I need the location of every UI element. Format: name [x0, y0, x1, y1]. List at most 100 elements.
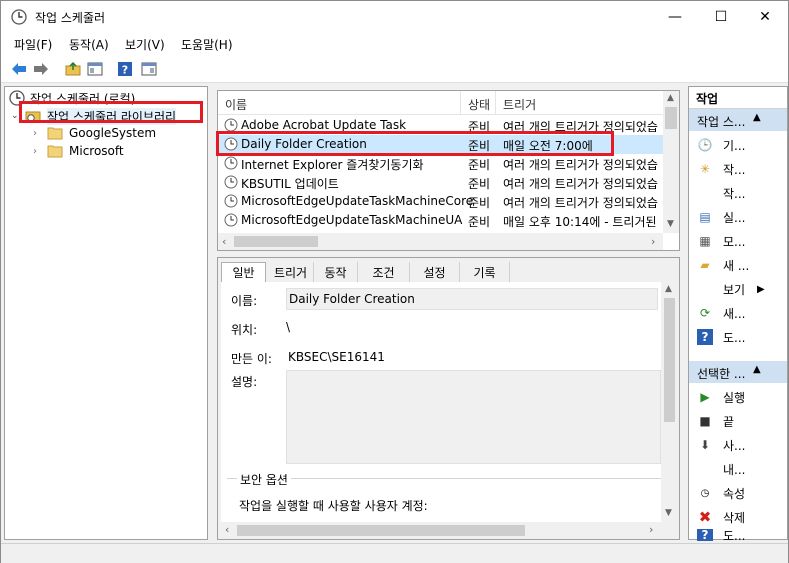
tab-settings[interactable]: 설정	[410, 262, 460, 282]
action-run[interactable]: ▶ 실행	[689, 385, 787, 409]
scroll-thumb[interactable]	[234, 236, 318, 247]
action-export[interactable]: 내...	[689, 457, 787, 481]
console-tree-icon	[87, 62, 103, 76]
close-button[interactable]: ✕	[742, 1, 788, 33]
scroll-thumb[interactable]	[664, 298, 675, 422]
window-title: 작업 스케줄러	[35, 11, 106, 25]
list-vertical-scrollbar[interactable]: ▲ ▼	[663, 91, 679, 233]
minimize-button[interactable]: —	[652, 1, 698, 33]
action-pane-button[interactable]	[139, 59, 159, 79]
action-label: 끝	[723, 414, 735, 429]
table-row[interactable]: Internet Explorer 즐겨찾기동기화 준비 여러 개의 트리거가 …	[218, 154, 664, 173]
tab-label: 설정	[423, 265, 446, 280]
description-field[interactable]	[286, 370, 661, 464]
create-task-icon: ✳	[699, 162, 711, 176]
action-create-basic[interactable]: ✳ 작...	[689, 157, 787, 181]
menu-file[interactable]: 파일(F)	[14, 36, 52, 53]
security-group: 보안 옵션 작업을 실행할 때 사용할 사용자 계정:	[227, 471, 661, 518]
details-horizontal-scrollbar[interactable]: ‹ ›	[221, 522, 661, 539]
console-tree: 작업 스케줄러 (로컬) ⌄ 작업 스케줄러 라이브러리 › GoogleSys…	[4, 86, 208, 540]
tree-item-googlesystem[interactable]: › GoogleSystem	[33, 124, 156, 142]
action-label: 사...	[723, 438, 746, 453]
action-delete[interactable]: ✖ 삭제	[689, 505, 787, 529]
scroll-down-icon: ▼	[665, 508, 672, 518]
tab-triggers[interactable]: 트리거	[268, 262, 314, 282]
action-refresh[interactable]: ⟳ 새...	[689, 301, 787, 325]
up-folder-button[interactable]	[63, 59, 83, 79]
scroll-thumb[interactable]	[237, 525, 525, 536]
action-create-task[interactable]: 작...	[689, 181, 787, 205]
details-vertical-scrollbar[interactable]: ▲ ▼	[661, 282, 678, 522]
tab-actions[interactable]: 동작	[314, 262, 358, 282]
tab-history[interactable]: 기록	[460, 262, 510, 282]
forward-button[interactable]	[31, 59, 51, 79]
help-button[interactable]: ?	[115, 59, 135, 79]
help-icon: ?	[697, 329, 713, 345]
stop-icon: ■	[699, 414, 711, 428]
list-horizontal-scrollbar[interactable]: ‹ ›	[218, 233, 663, 250]
action-label: 보기	[723, 282, 746, 297]
tree-item-microsoft[interactable]: › Microsoft	[33, 142, 124, 160]
action-new-folder[interactable]: ▰ 새 ...	[689, 253, 787, 277]
tab-general[interactable]: 일반	[221, 262, 266, 282]
task-details: 일반 트리거 동작 조건 설정 기록 이름: Daily Folder Crea…	[217, 257, 680, 540]
name-label: 이름:	[231, 294, 258, 308]
menu-view[interactable]: 보기(V)	[125, 36, 165, 53]
task-clock-icon	[224, 194, 238, 208]
action-label: 삭제	[723, 510, 746, 525]
table-row[interactable]: MicrosoftEdgeUpdateTaskMachineCore 준비 여러…	[218, 192, 664, 211]
tab-conditions[interactable]: 조건	[358, 262, 410, 282]
folder-icon: ▰	[700, 258, 710, 272]
menu-help[interactable]: 도움말(H)	[181, 36, 233, 53]
column-status[interactable]: 상태	[468, 96, 490, 113]
action-label: 속성	[723, 486, 746, 501]
back-button[interactable]	[9, 59, 29, 79]
forward-arrow-icon	[34, 63, 48, 75]
column-trigger[interactable]: 트리거	[503, 96, 536, 113]
actions-section-selected[interactable]: 선택한 ... ▲	[689, 361, 787, 383]
task-status: 준비	[468, 158, 491, 172]
scroll-right-icon: ›	[651, 235, 656, 248]
scroll-up-icon: ▲	[667, 93, 674, 103]
name-field[interactable]: Daily Folder Creation	[286, 288, 658, 310]
task-trigger: 여러 개의 트리거가 정의되었습	[503, 177, 658, 191]
action-help[interactable]: ? 도...	[689, 325, 787, 349]
folder-icon	[47, 145, 63, 158]
action-label: 내...	[723, 462, 746, 477]
action-end[interactable]: ■ 끝	[689, 409, 787, 433]
collapse-icon: ▲	[753, 112, 761, 123]
column-separator	[460, 91, 461, 115]
maximize-button[interactable]: ☐	[698, 1, 744, 33]
actions-section-library[interactable]: 작업 스... ▲	[689, 109, 787, 131]
task-name: KBSUTIL 업데이트	[241, 177, 339, 191]
blank-icon	[697, 461, 713, 477]
chevron-right-icon: ›	[33, 145, 37, 157]
action-import[interactable]: 🕒 기...	[689, 133, 787, 157]
tree-item-label: GoogleSystem	[69, 126, 157, 140]
action-enable-history[interactable]: ▦ 모...	[689, 229, 787, 253]
table-row[interactable]: MicrosoftEdgeUpdateTaskMachineUA 준비 매일 오…	[218, 211, 664, 230]
clock-icon: 🕒	[697, 138, 713, 152]
action-properties[interactable]: ◷ 속성	[689, 481, 787, 505]
action-running-tasks[interactable]: ▤ 실...	[689, 205, 787, 229]
menu-action[interactable]: 동작(A)	[69, 36, 109, 53]
column-name[interactable]: 이름	[225, 96, 247, 113]
action-view[interactable]: 보기 ▶	[689, 277, 787, 301]
tab-label: 기록	[473, 265, 496, 280]
general-tab-body: 이름: Daily Folder Creation 위치: \ 만든 이: KB…	[221, 282, 661, 522]
action-label: 작...	[723, 162, 746, 177]
task-list: 이름 상태 트리거 Adobe Acrobat Update Task 준비 여…	[216, 90, 680, 251]
task-clock-icon	[224, 213, 238, 227]
table-row[interactable]: KBSUTIL 업데이트 준비 여러 개의 트리거가 정의되었습	[218, 173, 664, 192]
highlight-box-library	[19, 101, 203, 123]
action-help-selected[interactable]: ? 도...	[689, 529, 787, 541]
section-label: 선택한 ...	[697, 367, 746, 381]
action-disable[interactable]: ⬇ 사...	[689, 433, 787, 457]
folder-icon	[47, 127, 63, 140]
show-hide-tree-button[interactable]	[85, 59, 105, 79]
scroll-thumb[interactable]	[665, 107, 677, 129]
clock-app-icon	[11, 9, 27, 25]
list-header: 이름 상태 트리거	[218, 91, 664, 115]
action-label: 도...	[723, 529, 746, 541]
help-icon: ?	[118, 62, 132, 77]
